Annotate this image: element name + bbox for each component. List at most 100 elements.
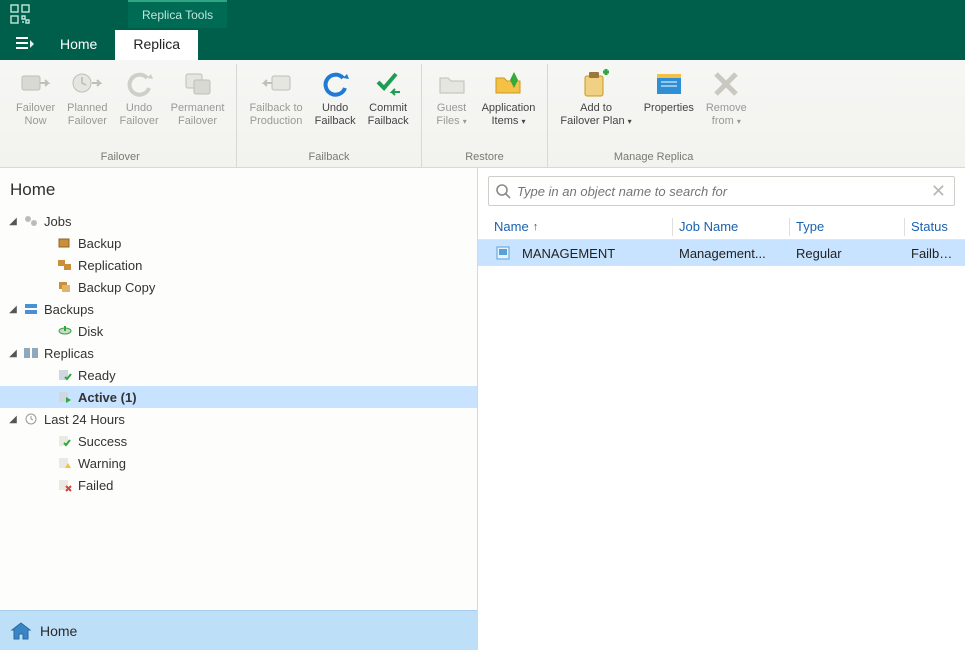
planned-failover-button[interactable]: Planned Failover	[61, 64, 113, 149]
planned-failover-icon	[70, 66, 104, 100]
cell-job-name: Management...	[673, 246, 789, 261]
disk-icon	[56, 323, 74, 339]
cell-name: MANAGEMENT	[522, 246, 615, 261]
ribbon-group-failback: Failback to Production Undo Failback Com…	[237, 64, 421, 167]
guest-files-icon	[435, 66, 469, 100]
undo-failover-label: Undo Failover	[120, 102, 159, 128]
undo-failback-button[interactable]: Undo Failback	[309, 64, 362, 149]
application-items-icon	[491, 66, 525, 100]
add-to-failover-plan-label: Add to Failover Plan ▾	[560, 102, 631, 128]
backup-copy-icon	[56, 279, 74, 295]
application-items-button[interactable]: Application Items ▾	[476, 64, 542, 149]
remove-from-label: Remove from ▾	[706, 102, 747, 128]
tree-node-backup-copy[interactable]: Backup Copy	[0, 276, 477, 298]
tree: ◢Jobs Backup Replication Backup Copy ◢Ba…	[0, 210, 477, 610]
failback-to-production-button[interactable]: Failback to Production	[243, 64, 308, 149]
jobs-icon	[22, 213, 40, 229]
undo-failback-label: Undo Failback	[315, 102, 356, 128]
pane-title: Home	[0, 168, 477, 210]
guest-files-label: Guest Files ▾	[436, 102, 466, 128]
search-box[interactable]: ✕	[488, 176, 955, 206]
commit-failback-label: Commit Failback	[368, 102, 409, 128]
sort-ascending-icon: ↑	[533, 221, 539, 233]
application-items-label: Application Items ▾	[482, 102, 536, 128]
contextual-tab-label: Replica Tools	[128, 0, 227, 28]
failback-to-production-label: Failback to Production	[249, 102, 302, 128]
ribbon-group-failover-label: Failover	[101, 149, 140, 167]
failover-now-icon	[19, 66, 53, 100]
failover-now-button[interactable]: Failover Now	[10, 64, 61, 149]
tree-node-success[interactable]: Success	[0, 430, 477, 452]
last24-icon	[22, 411, 40, 427]
tree-node-backups[interactable]: ◢Backups	[0, 298, 477, 320]
tree-node-backup[interactable]: Backup	[0, 232, 477, 254]
permanent-failover-icon	[181, 66, 215, 100]
tree-node-replicas[interactable]: ◢Replicas	[0, 342, 477, 364]
commit-failback-icon	[371, 66, 405, 100]
failed-icon	[56, 477, 74, 493]
tab-row: Home Replica	[0, 28, 965, 60]
search-input[interactable]	[517, 184, 929, 199]
col-header-status[interactable]: Status	[905, 219, 965, 234]
app-menu-button[interactable]	[8, 28, 42, 60]
remove-from-icon	[709, 66, 743, 100]
clear-search-icon[interactable]: ✕	[929, 181, 948, 202]
cell-type: Regular	[790, 246, 904, 261]
ribbon-group-failback-label: Failback	[309, 149, 350, 167]
tree-node-ready[interactable]: Ready	[0, 364, 477, 386]
guest-files-button[interactable]: Guest Files ▾	[428, 64, 476, 149]
undo-failback-icon	[318, 66, 352, 100]
permanent-failover-label: Permanent Failover	[171, 102, 225, 128]
cell-status: Failback	[905, 246, 965, 261]
tree-node-replication[interactable]: Replication	[0, 254, 477, 276]
navigation-pane: Home ◢Jobs Backup Replication Backup Cop…	[0, 168, 478, 650]
ready-icon	[56, 367, 74, 383]
undo-failover-icon	[122, 66, 156, 100]
col-header-type[interactable]: Type	[790, 219, 904, 234]
app-logo-icon	[0, 0, 40, 28]
backup-icon	[56, 235, 74, 251]
col-header-job-name[interactable]: Job Name	[673, 219, 789, 234]
tree-node-warning[interactable]: Warning	[0, 452, 477, 474]
tree-node-jobs[interactable]: ◢Jobs	[0, 210, 477, 232]
tree-node-last-24-hours[interactable]: ◢Last 24 Hours	[0, 408, 477, 430]
backups-icon	[22, 301, 40, 317]
replication-icon	[56, 257, 74, 273]
success-icon	[56, 433, 74, 449]
planned-failover-label: Planned Failover	[67, 102, 107, 128]
grid-row[interactable]: MANAGEMENT Management... Regular Failbac…	[478, 240, 965, 266]
vm-icon	[494, 246, 512, 260]
ribbon-group-restore: Guest Files ▾ Application Items ▾ Restor…	[422, 64, 549, 167]
properties-label: Properties	[644, 102, 694, 115]
nav-footer-home-label: Home	[40, 623, 77, 639]
commit-failback-button[interactable]: Commit Failback	[362, 64, 415, 149]
tab-home[interactable]: Home	[42, 30, 115, 60]
tree-node-failed[interactable]: Failed	[0, 474, 477, 496]
search-icon	[495, 183, 511, 199]
content-pane: ✕ Name↑ Job Name Type Status MANAGEMENT …	[478, 168, 965, 650]
failover-now-label: Failover Now	[16, 102, 55, 128]
replicas-icon	[22, 345, 40, 361]
tree-node-active[interactable]: Active (1)	[0, 386, 477, 408]
warning-icon	[56, 455, 74, 471]
ribbon-group-failover: Failover Now Planned Failover Undo Failo…	[4, 64, 237, 167]
nav-footer-home[interactable]: Home	[0, 610, 477, 650]
grid-header: Name↑ Job Name Type Status	[478, 214, 965, 240]
add-to-failover-plan-icon	[579, 66, 613, 100]
properties-button[interactable]: Properties	[638, 64, 700, 149]
remove-from-button[interactable]: Remove from ▾	[700, 64, 753, 149]
ribbon-group-restore-label: Restore	[465, 149, 504, 167]
title-bar: Replica Tools	[0, 0, 965, 28]
add-to-failover-plan-button[interactable]: Add to Failover Plan ▾	[554, 64, 637, 149]
undo-failover-button[interactable]: Undo Failover	[114, 64, 165, 149]
tab-replica[interactable]: Replica	[115, 30, 198, 60]
permanent-failover-button[interactable]: Permanent Failover	[165, 64, 231, 149]
home-icon	[10, 621, 32, 641]
properties-icon	[652, 66, 686, 100]
failback-to-production-icon	[259, 66, 293, 100]
col-header-name[interactable]: Name↑	[488, 219, 672, 234]
tree-node-disk[interactable]: Disk	[0, 320, 477, 342]
ribbon: Failover Now Planned Failover Undo Failo…	[0, 60, 965, 168]
active-icon	[56, 389, 74, 405]
body: Home ◢Jobs Backup Replication Backup Cop…	[0, 168, 965, 650]
